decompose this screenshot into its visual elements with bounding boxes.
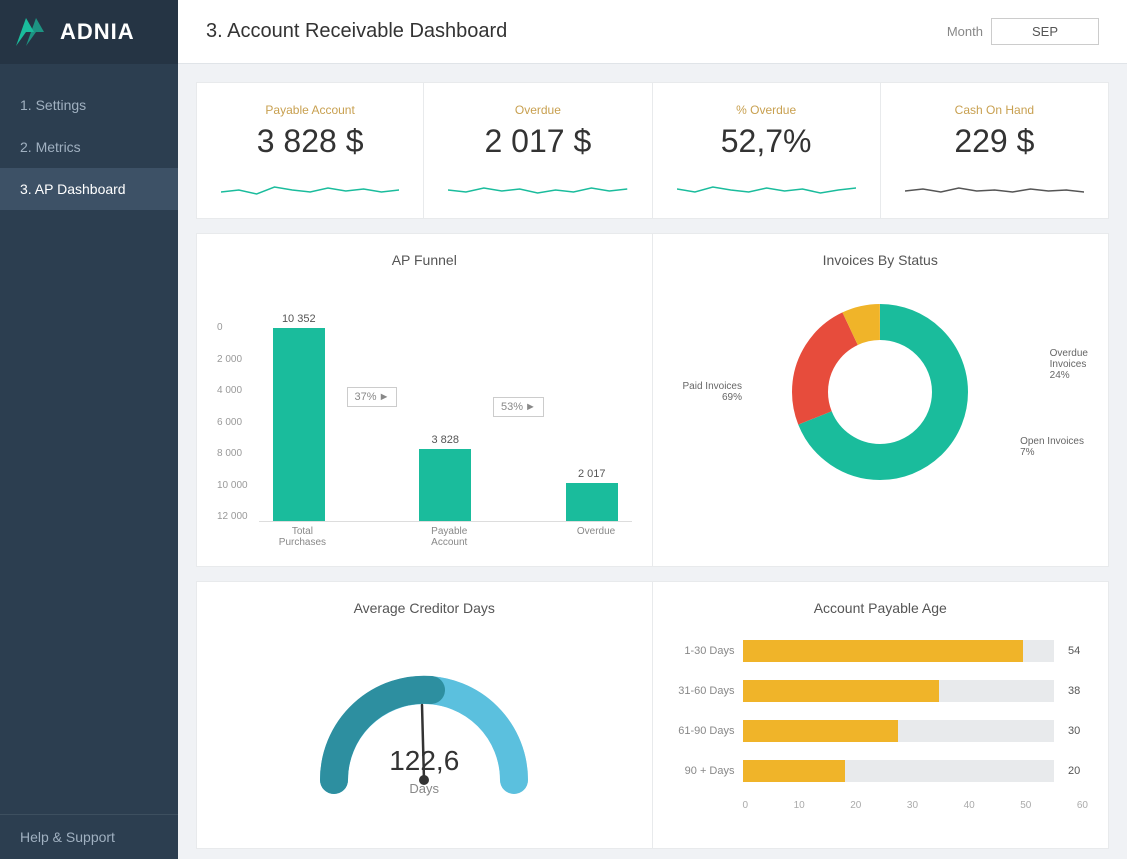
h-bar-fill-61-90	[743, 720, 899, 742]
kpi-cash-on-hand: Cash On Hand 229 $	[881, 82, 1109, 219]
sidebar: ADNIA 1. Settings 2. Metrics 3. AP Dashb…	[0, 0, 178, 859]
overdue-invoices-label: Overdue Invoices 24%	[1050, 348, 1088, 381]
kpi-payable-label: Payable Account	[265, 103, 354, 117]
avg-creditor-days-card: Average Creditor Days 122,6 Days	[196, 581, 653, 849]
funnel-arrow-1: 37% ►	[347, 387, 398, 407]
account-payable-age-card: Account Payable Age 1-30 Days 54 31-60 D…	[653, 581, 1110, 849]
bar-total-purchases: 10 352	[259, 313, 339, 521]
h-bar-track-1-30	[743, 640, 1055, 662]
h-bar-fill-31-60	[743, 680, 939, 702]
kpi-overdue-sparkline	[448, 172, 627, 202]
kpi-pct-overdue-value: 52,7%	[721, 123, 812, 160]
kpi-pct-overdue: % Overdue 52,7%	[653, 82, 881, 219]
h-bar-label-61-90: 61-90 Days	[673, 725, 735, 737]
h-bar-track-31-60	[743, 680, 1055, 702]
kpi-overdue: Overdue 2 017 $	[424, 82, 652, 219]
kpi-payable-sparkline	[221, 172, 399, 202]
payable-age-title: Account Payable Age	[673, 600, 1089, 616]
month-value[interactable]: SEP	[991, 18, 1099, 45]
ap-funnel-card: AP Funnel 12 000 10 000 8 000 6 000 4 00…	[196, 233, 653, 567]
h-bar-row-90plus: 90 + Days 20	[673, 760, 1089, 782]
gauge-container: 122,6 Days	[217, 630, 632, 830]
bar-overdue-fill	[566, 483, 618, 521]
bar-overdue: 2 017	[552, 468, 632, 521]
ap-funnel-title: AP Funnel	[217, 252, 632, 268]
main-content: 3. Account Receivable Dashboard Month SE…	[178, 0, 1127, 859]
h-bar-val-31-60: 38	[1068, 685, 1088, 697]
invoices-by-status-card: Invoices By Status Paid Invoices 69%	[653, 233, 1110, 567]
h-bar-label-90plus: 90 + Days	[673, 765, 735, 777]
donut-svg	[780, 292, 980, 492]
kpi-pct-sparkline	[677, 172, 856, 202]
h-bar-fill-1-30	[743, 640, 1023, 662]
bottom-row: Average Creditor Days 122,6 Days	[196, 581, 1109, 849]
funnel-arrow-2: 53% ►	[493, 397, 544, 417]
h-bar-track-90plus	[743, 760, 1055, 782]
bar-payable-account: 3 828	[405, 434, 485, 521]
kpi-payable-account: Payable Account 3 828 $	[196, 82, 424, 219]
h-bar-row-31-60: 31-60 Days 38	[673, 680, 1089, 702]
open-invoices-label: Open Invoices 7%	[1020, 436, 1084, 458]
h-bar-val-1-30: 54	[1068, 645, 1088, 657]
h-bar-label-1-30: 1-30 Days	[673, 645, 735, 657]
h-axis: 0 10 20 30 40 50 60	[673, 800, 1089, 811]
h-bar-fill-90plus	[743, 760, 846, 782]
gauge-value-group: 122,6 Days	[389, 765, 459, 796]
y-axis: 12 000 10 000 8 000 6 000 4 000 2 000 0	[217, 322, 259, 522]
h-bar-val-90plus: 20	[1068, 765, 1088, 777]
page-header: 3. Account Receivable Dashboard Month SE…	[178, 0, 1127, 64]
h-bar-chart: 1-30 Days 54 31-60 Days 38 61-90 Days	[673, 630, 1089, 821]
sidebar-item-settings[interactable]: 1. Settings	[0, 84, 178, 126]
h-bar-row-61-90: 61-90 Days 30	[673, 720, 1089, 742]
avg-creditor-title: Average Creditor Days	[217, 600, 632, 616]
sidebar-item-metrics[interactable]: 2. Metrics	[0, 126, 178, 168]
donut-container: Paid Invoices 69% Overdue Invoices 24% O…	[673, 282, 1089, 502]
kpi-row: Payable Account 3 828 $ Overdue 2 017 $ …	[196, 82, 1109, 219]
h-bar-track-61-90	[743, 720, 1055, 742]
h-bar-row-1-30: 1-30 Days 54	[673, 640, 1089, 662]
funnel-x-labels: Total Purchases Payable Account Overdue	[217, 526, 632, 548]
paid-invoices-label: Paid Invoices 69%	[683, 381, 742, 403]
gauge-value: 122,6	[389, 745, 459, 777]
page-title: 3. Account Receivable Dashboard	[206, 20, 507, 43]
h-bar-val-61-90: 30	[1068, 725, 1088, 737]
kpi-pct-overdue-label: % Overdue	[736, 103, 796, 117]
logo-text: ADNIA	[60, 19, 135, 45]
charts-row: AP Funnel 12 000 10 000 8 000 6 000 4 00…	[196, 233, 1109, 567]
sidebar-help-support[interactable]: Help & Support	[0, 814, 178, 859]
kpi-cash-label: Cash On Hand	[955, 103, 1034, 117]
sidebar-navigation: 1. Settings 2. Metrics 3. AP Dashboard	[0, 84, 178, 814]
h-bar-label-31-60: 31-60 Days	[673, 685, 735, 697]
sidebar-logo: ADNIA	[0, 0, 178, 64]
invoices-status-title: Invoices By Status	[673, 252, 1089, 268]
gauge-unit: Days	[389, 781, 459, 796]
month-selector: Month SEP	[947, 18, 1099, 45]
kpi-overdue-label: Overdue	[515, 103, 561, 117]
kpi-cash-sparkline	[905, 172, 1084, 202]
sidebar-item-ap-dashboard[interactable]: 3. AP Dashboard	[0, 168, 178, 210]
adnia-logo-icon	[16, 18, 52, 46]
kpi-overdue-value: 2 017 $	[484, 123, 591, 160]
kpi-cash-value: 229 $	[954, 123, 1034, 160]
bar-payable-fill	[419, 449, 471, 521]
month-label: Month	[947, 24, 983, 39]
kpi-payable-value: 3 828 $	[257, 123, 364, 160]
bar-total-fill	[273, 328, 325, 521]
